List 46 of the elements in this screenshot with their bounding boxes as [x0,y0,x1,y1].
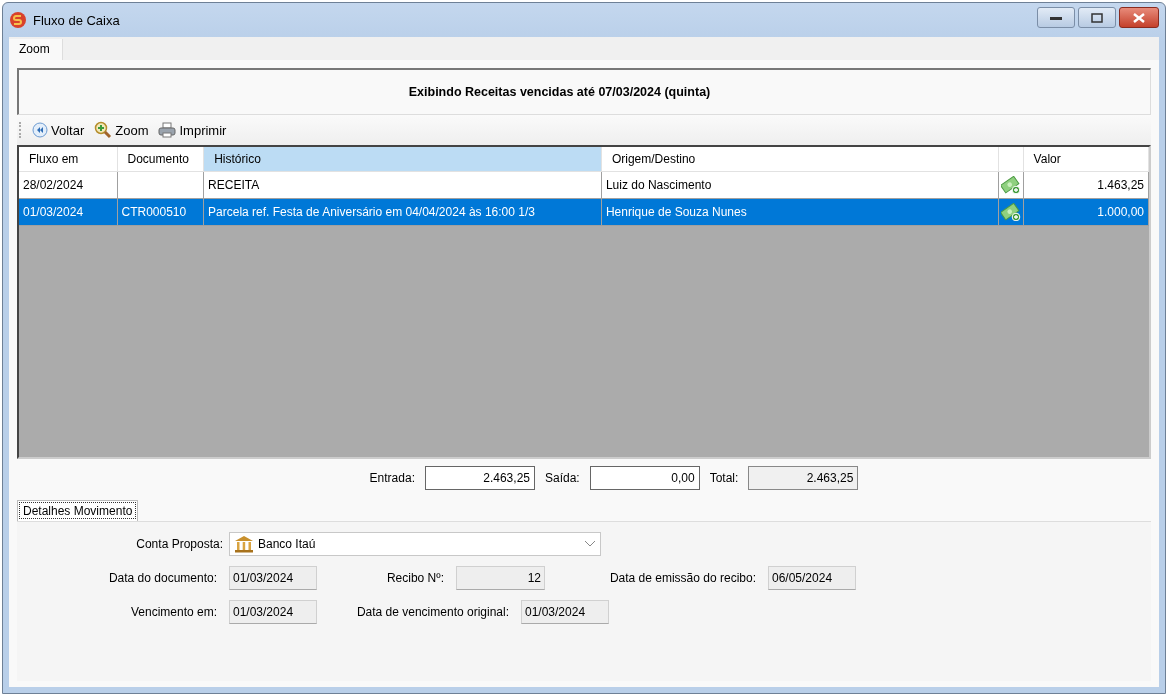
banner-text: Exibindo Receitas vencidas até 07/03/2024 (quinta) [408,85,711,99]
total-label: Saída: [545,471,580,485]
money-icon [1000,203,1021,221]
total-label: Entrada: [369,471,415,485]
app-logo-icon [9,11,27,29]
tab[interactable]: Zoom [9,39,63,60]
bank-icon [234,535,254,553]
table-row[interactable]: 01/03/2024 CTR000510 Parcela ref. Festa de Aniversário em 04/04/2024 às 16:00 1/3 Henrique de Souza Nunes 1.000,00 [19,199,1149,226]
receipt-field[interactable]: 12 [456,566,545,590]
toolbar-button[interactable]: Voltar [29,120,88,140]
date-field[interactable]: 06/05/2024 [768,566,856,590]
back-icon [32,122,48,138]
field-label: Vencimento em: [129,605,217,619]
close-button[interactable] [1119,7,1159,28]
field-label: Data de vencimento original: [355,605,509,619]
table-cell: Parcela ref. Festa de Aniversário em 04/04/2024 às 16:00 1/3 [204,199,602,226]
field-label: Conta Proposta: [135,537,223,551]
date-field[interactable]: 01/03/2024 [229,600,317,624]
printer-icon [158,122,177,138]
window-title: Fluxo de Caixa [33,12,120,28]
tab[interactable]: Detalhes Movimento [17,500,139,521]
maximize-icon [1091,12,1103,23]
column-header[interactable]: Histórico [204,147,602,172]
total-field: 0,00 [589,466,700,490]
caret-icon [584,540,596,548]
total-field: 2.463,25 [425,466,535,490]
close-icon [1132,12,1146,23]
table-cell: 01/03/2024 [19,199,118,226]
table-row[interactable]: 28/02/2024 RECEITA Luiz do Nascimento 1.463,25 [19,172,1149,199]
account-dropdown[interactable]: Banco Itaú [229,532,601,556]
date-field[interactable]: 01/03/2024 [521,600,609,624]
field-label: Recibo Nº: [385,571,444,585]
field-label: Data do documento: [107,571,217,585]
toolbar-button[interactable]: Imprimir [155,120,230,140]
field-label: Data de emissão do recibo: [608,571,756,585]
total-field: 2.463,25 [748,466,859,490]
toolbar-button[interactable]: Zoom [91,119,152,141]
date-field[interactable]: 01/03/2024 [229,566,317,590]
magnifier-icon [94,121,113,139]
maximize-button[interactable] [1078,7,1116,28]
total-label: Total: [709,471,739,485]
table-cell: CTR000510 [117,199,205,226]
minimize-button[interactable] [1037,7,1075,28]
table-cell: 1.000,00 [1023,199,1149,226]
table-cell: Henrique de Souza Nunes [601,199,999,226]
money-icon [1000,176,1021,194]
